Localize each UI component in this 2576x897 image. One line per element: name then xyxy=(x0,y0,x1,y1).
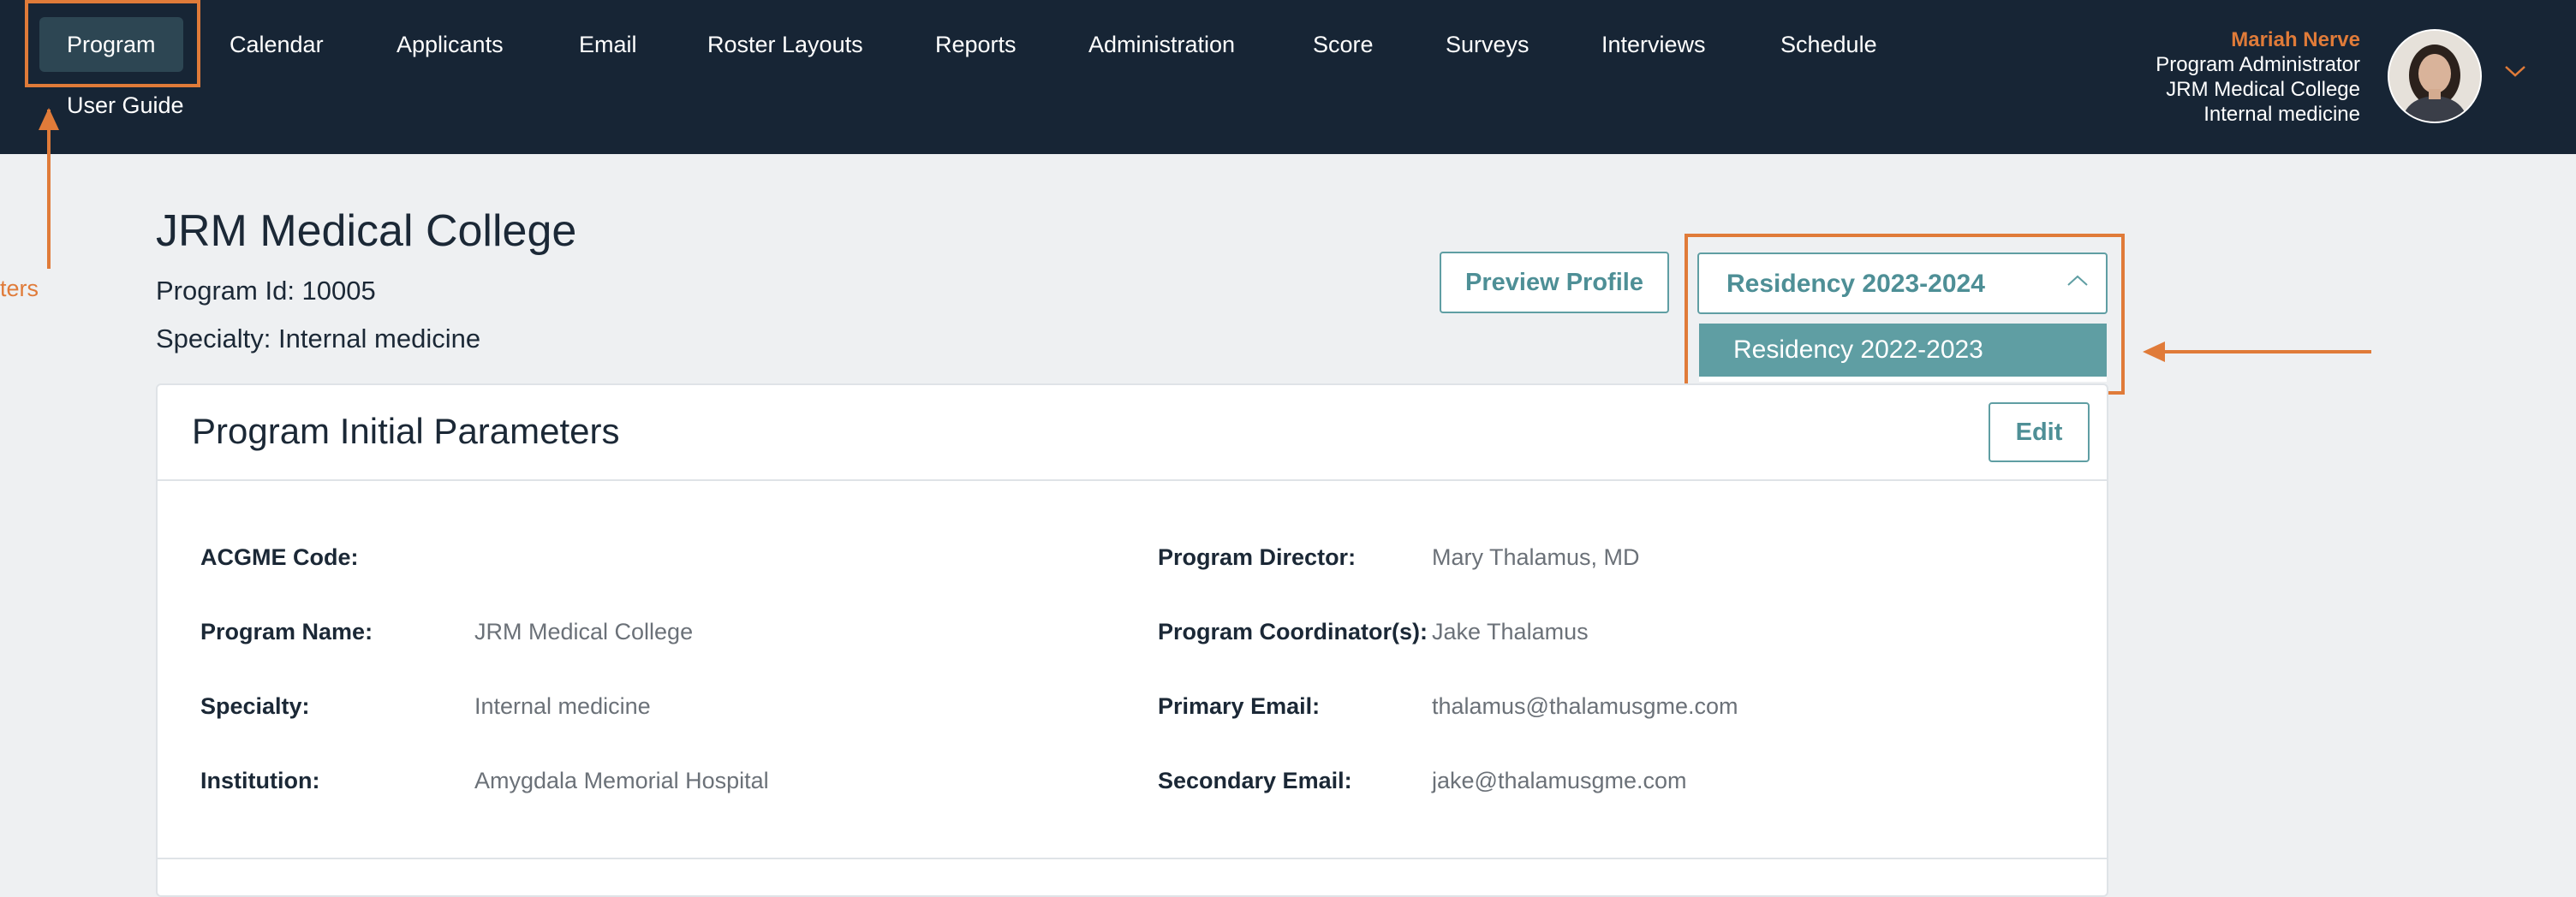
nav-item-roster-layouts[interactable]: Roster Layouts xyxy=(707,17,863,72)
field-value-program-coordinator: Jake Thalamus xyxy=(1432,619,1589,645)
nav-item-administration[interactable]: Administration xyxy=(1088,17,1235,72)
nav-item-interviews[interactable]: Interviews xyxy=(1601,17,1706,72)
user-role: Program Administrator xyxy=(2156,53,2360,76)
field-value-primary-email: thalamus@thalamusgme.com xyxy=(1432,693,1738,719)
nav-item-email[interactable]: Email xyxy=(579,17,637,72)
card-title: Program Initial Parameters xyxy=(192,411,620,451)
annotation-arrow-up-icon xyxy=(39,108,59,130)
nav-item-user-guide[interactable]: User Guide xyxy=(67,92,184,119)
user-name: Mariah Nerve xyxy=(2231,28,2360,51)
field-value-specialty: Internal medicine xyxy=(474,693,651,719)
avatar-portrait-icon xyxy=(2389,31,2480,122)
user-institution: JRM Medical College xyxy=(2166,78,2360,101)
field-label-program-director: Program Director: xyxy=(1158,544,1357,570)
annotation-label: ters xyxy=(0,276,39,301)
page-title: JRM Medical College xyxy=(156,206,577,256)
preview-profile-button[interactable]: Preview Profile xyxy=(1440,252,1669,313)
field-label-specialty: Specialty: xyxy=(200,693,310,719)
field-value-secondary-email: jake@thalamusgme.com xyxy=(1432,768,1687,793)
field-value-program-director: Mary Thalamus, MD xyxy=(1432,544,1640,570)
card-divider xyxy=(158,479,2107,481)
nav-item-score[interactable]: Score xyxy=(1313,17,1374,72)
field-label-program-coordinator: Program Coordinator(s): xyxy=(1158,619,1428,645)
card-section-divider xyxy=(158,858,2107,859)
program-specialty: Specialty: Internal medicine xyxy=(156,324,481,353)
field-label-primary-email: Primary Email: xyxy=(1158,693,1321,719)
annotation-arrow-up-line xyxy=(47,110,51,269)
nav-item-applicants[interactable]: Applicants xyxy=(397,17,504,72)
user-department: Internal medicine xyxy=(2203,103,2360,126)
annotation-arrow-left-icon xyxy=(2143,342,2165,362)
field-value-program-name: JRM Medical College xyxy=(474,619,694,645)
field-value-institution: Amygdala Memorial Hospital xyxy=(474,768,769,793)
annotation-highlight-dropdown xyxy=(1685,234,2125,395)
field-label-institution: Institution: xyxy=(200,768,320,793)
avatar[interactable] xyxy=(2388,29,2482,123)
edit-button[interactable]: Edit xyxy=(1989,402,2090,462)
field-label-secondary-email: Secondary Email: xyxy=(1158,768,1352,793)
annotation-highlight-program xyxy=(25,0,200,87)
field-label-acgme-code: ACGME Code: xyxy=(200,544,359,570)
annotation-arrow-left-line xyxy=(2162,350,2371,353)
nav-item-reports[interactable]: Reports xyxy=(935,17,1017,72)
program-id: Program Id: 10005 xyxy=(156,276,376,306)
chevron-down-icon[interactable] xyxy=(2501,60,2530,82)
program-parameters-card: Program Initial Parameters Edit ACGME Co… xyxy=(156,383,2108,897)
nav-item-calendar[interactable]: Calendar xyxy=(230,17,324,72)
nav-item-surveys[interactable]: Surveys xyxy=(1446,17,1530,72)
top-nav-bar: Program Calendar Applicants Email Roster… xyxy=(0,0,2576,154)
nav-item-schedule[interactable]: Schedule xyxy=(1780,17,1877,72)
user-info: Mariah Nerve Program Administrator JRM M… xyxy=(2156,27,2360,127)
field-label-program-name: Program Name: xyxy=(200,619,373,645)
